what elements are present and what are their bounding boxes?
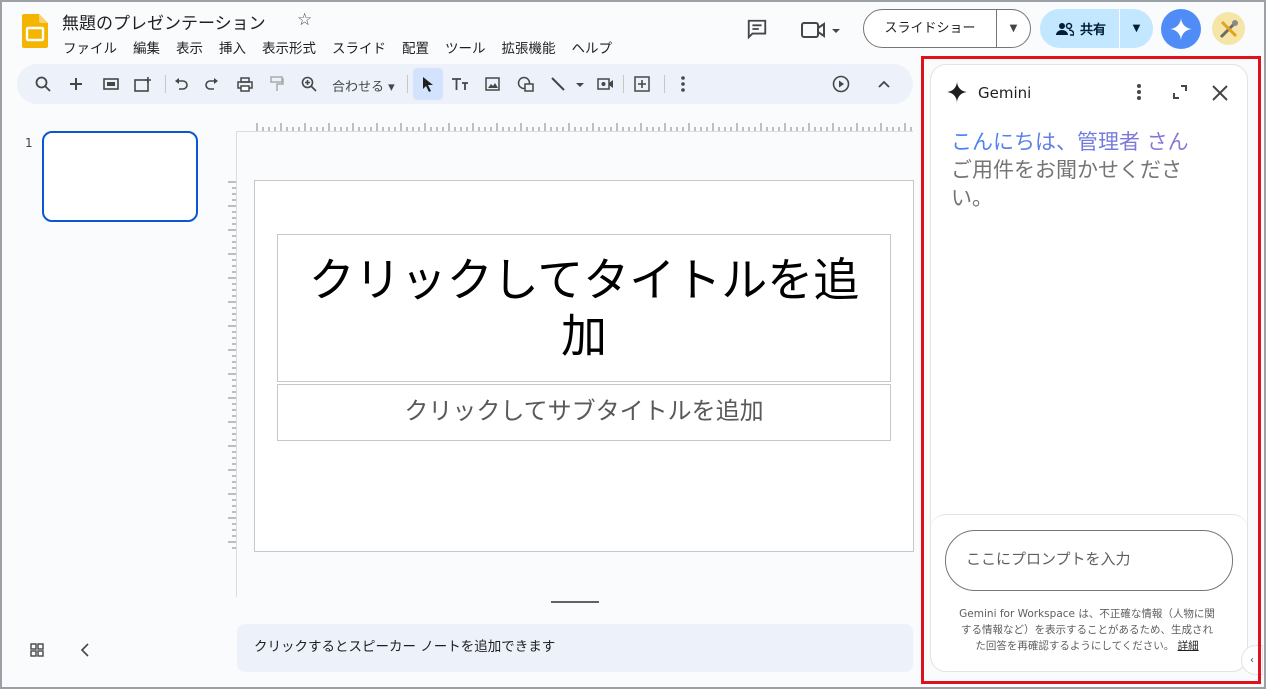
text-box-icon[interactable] (447, 64, 473, 104)
print-icon[interactable] (233, 64, 257, 104)
menu-edit[interactable]: 編集 (125, 37, 168, 57)
new-slide-icon[interactable] (99, 64, 123, 104)
zoom-select[interactable]: 合わせる ▾ (332, 76, 395, 95)
paint-format-icon[interactable] (265, 64, 289, 104)
toolbar: 合わせる ▾ (17, 64, 913, 104)
speaker-notes[interactable]: クリックするとスピーカー ノートを追加できます (237, 624, 913, 672)
menu-extensions[interactable]: 拡張機能 (494, 37, 564, 57)
menu-tools[interactable]: ツール (437, 37, 494, 57)
collapse-icon[interactable] (872, 64, 896, 104)
people-icon (1056, 22, 1074, 36)
menu-slide[interactable]: スライド (324, 37, 394, 57)
horizontal-ruler[interactable] (255, 119, 913, 131)
highlight-frame (921, 56, 1261, 684)
gemini-button[interactable] (1161, 9, 1201, 49)
slide-number: 1 (25, 136, 33, 150)
menu-insert[interactable]: 挿入 (211, 37, 254, 57)
tools-icon (1219, 19, 1238, 38)
undo-icon[interactable] (169, 64, 193, 104)
share-main[interactable]: 共有 (1040, 9, 1120, 48)
slideshow-button[interactable]: スライドショー ▼ (863, 9, 1031, 48)
menu-file[interactable]: ファイル (63, 37, 125, 57)
share-dropdown-icon[interactable]: ▼ (1120, 23, 1153, 34)
menu-view[interactable]: 表示 (168, 37, 211, 57)
video-icon[interactable] (593, 64, 617, 104)
search-icon[interactable] (31, 64, 55, 104)
slideshow-dropdown-icon[interactable]: ▼ (997, 23, 1030, 34)
notes-resize-handle[interactable] (551, 601, 599, 603)
select-icon[interactable] (416, 64, 440, 104)
new-slide-layout-icon[interactable] (130, 64, 156, 104)
slide-thumbnail[interactable] (42, 131, 198, 222)
share-label: 共有 (1080, 23, 1107, 38)
slides-logo-icon[interactable] (22, 14, 48, 48)
collapse-filmstrip-icon[interactable] (80, 642, 90, 661)
document-title[interactable]: 無題のプレゼンテーション (62, 9, 266, 34)
gemini-sparkle-icon (1169, 17, 1193, 41)
avatar[interactable] (1212, 12, 1245, 45)
redo-icon[interactable] (200, 64, 224, 104)
star-icon[interactable]: ☆ (297, 10, 312, 30)
menu-help[interactable]: ヘルプ (564, 37, 621, 57)
zoom-label: 合わせる (332, 80, 385, 95)
add-icon[interactable] (64, 64, 88, 104)
vertical-ruler[interactable] (226, 180, 236, 552)
zoom-icon[interactable] (297, 64, 321, 104)
line-icon[interactable] (545, 64, 589, 104)
slideshow-label[interactable]: スライドショー (864, 10, 997, 47)
title-placeholder[interactable]: クリックしてタイトルを追加 (277, 234, 891, 382)
play-icon[interactable] (829, 64, 853, 104)
menu-format[interactable]: 表示形式 (254, 37, 324, 57)
image-icon[interactable] (480, 64, 504, 104)
subtitle-placeholder[interactable]: クリックしてサブタイトルを追加 (277, 384, 891, 441)
meet-icon[interactable] (800, 18, 842, 42)
shape-icon[interactable] (513, 64, 537, 104)
share-button[interactable]: 共有 ▼ (1040, 9, 1153, 48)
comments-icon[interactable] (745, 17, 769, 41)
grid-view-icon[interactable] (30, 642, 44, 661)
menu-arrange[interactable]: 配置 (394, 37, 437, 57)
comment-add-icon[interactable] (630, 64, 654, 104)
more-icon[interactable] (671, 64, 695, 104)
menu-bar: ファイル 編集 表示 挿入 表示形式 スライド 配置 ツール 拡張機能 ヘルプ (63, 37, 620, 57)
